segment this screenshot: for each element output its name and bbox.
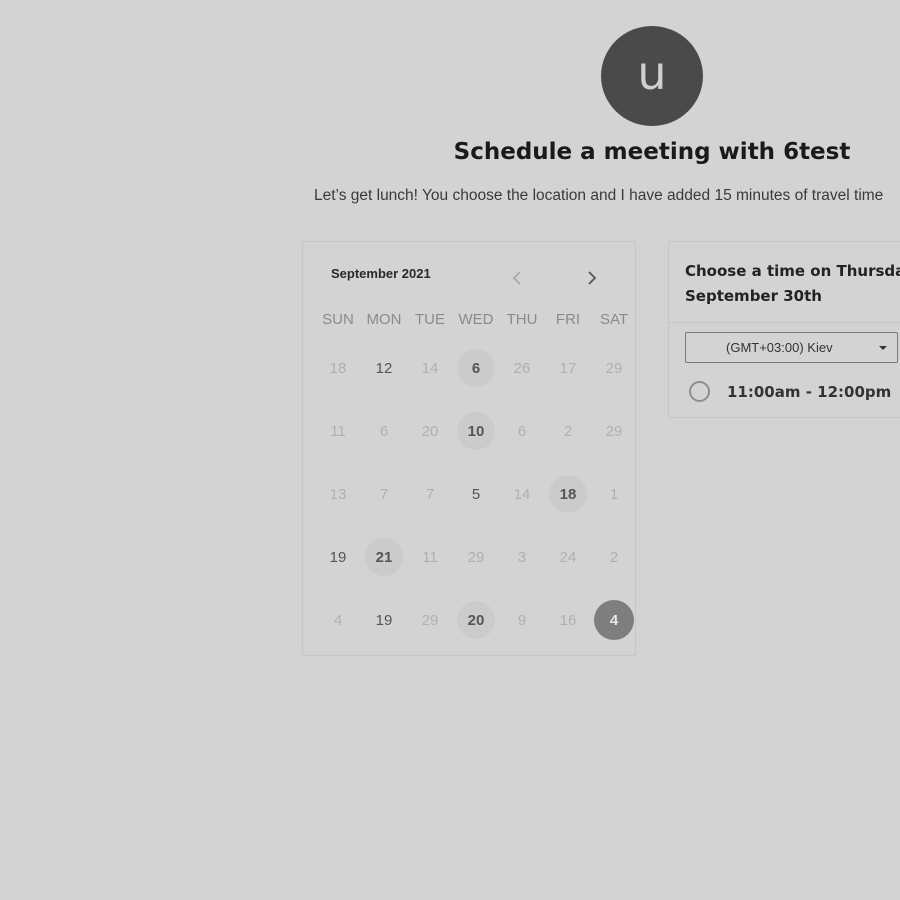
weekday-label: MON — [366, 311, 402, 328]
calendar-day-number: 3 — [517, 548, 527, 566]
page-title: Schedule a meeting with 6test — [453, 139, 851, 165]
calendar-day-number: 9 — [517, 611, 527, 629]
time-selection-panel: Choose a time on Thursday September 30th… — [668, 241, 900, 418]
calendar-day: 6 — [361, 408, 407, 454]
divider — [669, 322, 900, 323]
calendar-day-number: 16 — [559, 611, 577, 629]
calendar-day-number: 2 — [563, 422, 573, 440]
calendar-day: 6 — [499, 408, 545, 454]
timezone-select[interactable]: (GMT+03:00) Kiev — [685, 332, 898, 363]
calendar-day-number: 29 — [605, 359, 623, 377]
calendar-day: 16 — [545, 597, 591, 643]
chevron-right-icon — [588, 271, 597, 285]
calendar-day: 7 — [361, 471, 407, 517]
calendar-day-number: 29 — [421, 611, 439, 629]
time-panel-heading-line2: September 30th — [685, 287, 822, 305]
calendar-day[interactable]: 10 — [453, 408, 499, 454]
calendar-day[interactable]: 21 — [361, 534, 407, 580]
calendar-day-number: 14 — [513, 485, 531, 503]
calendar-days-grid: 18 12 14 6 26 17 29 11 6 20 10 6 2 29 13 7 7 5 14 18 1 19 21 11… — [315, 345, 635, 655]
calendar-day: 29 — [591, 345, 635, 391]
calendar-day-number: 20 — [421, 422, 439, 440]
calendar-day-number: 2 — [609, 548, 619, 566]
calendar-day[interactable]: 6 — [453, 345, 499, 391]
calendar-day[interactable]: 12 — [361, 345, 407, 391]
calendar-day-number: 6 — [517, 422, 527, 440]
calendar-day: 1 — [591, 471, 635, 517]
calendar-day-number: 11 — [422, 548, 438, 566]
calendar-day: 2 — [545, 408, 591, 454]
calendar-day-number: 12 — [375, 359, 393, 377]
calendar-day-number: 19 — [375, 611, 393, 629]
calendar-day-number: 24 — [559, 548, 577, 566]
calendar-day[interactable]: 20 — [453, 597, 499, 643]
calendar-day: 14 — [499, 471, 545, 517]
calendar-day-number: 29 — [467, 548, 485, 566]
weekday-label: WED — [458, 311, 494, 328]
calendar-day-number: 26 — [513, 359, 531, 377]
calendar-day-number: 19 — [329, 548, 347, 566]
caret-down-icon — [879, 346, 887, 350]
calendar-day-number: 4 — [333, 611, 343, 629]
calendar-day: 17 — [545, 345, 591, 391]
calendar-day-number: 6 — [379, 422, 389, 440]
weekday-header: SUN MON TUE WED THU FRI SAT — [315, 311, 635, 328]
calendar-day-number: 4 — [594, 600, 634, 640]
calendar-day-number: 21 — [365, 538, 403, 576]
date-picker-calendar: September 2021 SUN MON TUE WED THU FRI SAT 18 1… — [302, 241, 636, 656]
host-avatar: u — [601, 26, 703, 126]
weekday-label: TUE — [415, 311, 445, 328]
calendar-day: 29 — [453, 534, 499, 580]
calendar-day-number: 29 — [605, 422, 623, 440]
calendar-day: 11 — [407, 534, 453, 580]
calendar-day-number: 20 — [457, 601, 495, 639]
time-panel-heading-line1: Choose a time on Thursday — [685, 262, 900, 280]
weekday-label: THU — [506, 311, 538, 328]
calendar-day: 24 — [545, 534, 591, 580]
calendar-day-number: 11 — [330, 422, 346, 440]
next-month-button[interactable] — [581, 267, 603, 289]
chevron-left-icon — [512, 271, 521, 285]
calendar-day: 2 — [591, 534, 635, 580]
calendar-day: 29 — [407, 597, 453, 643]
calendar-day[interactable]: 19 — [315, 534, 361, 580]
calendar-day: 9 — [499, 597, 545, 643]
calendar-day: 7 — [407, 471, 453, 517]
calendar-day-number: 7 — [425, 485, 435, 503]
weekday-label: SUN — [322, 311, 354, 328]
calendar-day: 3 — [499, 534, 545, 580]
calendar-day-number: 17 — [559, 359, 577, 377]
calendar-day: 14 — [407, 345, 453, 391]
calendar-day[interactable]: 18 — [545, 471, 591, 517]
calendar-day-selected[interactable]: 4 — [591, 597, 635, 643]
time-slot-label: 11:00am - 12:00pm — [727, 382, 892, 401]
calendar-day-number: 18 — [549, 475, 587, 513]
calendar-day: 11 — [315, 408, 361, 454]
calendar-day[interactable]: 19 — [361, 597, 407, 643]
calendar-day: 29 — [591, 408, 635, 454]
radio-button[interactable] — [689, 381, 710, 402]
weekday-label: FRI — [555, 311, 581, 328]
calendar-day: 4 — [315, 597, 361, 643]
calendar-day-number: 14 — [421, 359, 439, 377]
calendar-day: 26 — [499, 345, 545, 391]
time-panel-heading: Choose a time on Thursday September 30th — [685, 259, 900, 309]
calendar-day-number: 18 — [329, 359, 347, 377]
calendar-month-label: September 2021 — [331, 266, 431, 281]
previous-month-button[interactable] — [506, 267, 528, 289]
calendar-day-number: 10 — [457, 412, 495, 450]
timezone-value: (GMT+03:00) Kiev — [726, 340, 833, 355]
event-description: Let’s get lunch! You choose the location… — [314, 187, 884, 204]
calendar-day-number: 1 — [609, 485, 619, 503]
calendar-day: 20 — [407, 408, 453, 454]
calendar-day-number: 5 — [471, 485, 481, 503]
weekday-label: SAT — [599, 311, 629, 328]
time-slot-option[interactable]: 11:00am - 12:00pm — [689, 381, 891, 402]
calendar-day: 13 — [315, 471, 361, 517]
calendar-day-number: 6 — [457, 349, 495, 387]
calendar-day-number: 7 — [379, 485, 389, 503]
calendar-day[interactable]: 5 — [453, 471, 499, 517]
calendar-day-number: 13 — [329, 485, 347, 503]
calendar-day: 18 — [315, 345, 361, 391]
